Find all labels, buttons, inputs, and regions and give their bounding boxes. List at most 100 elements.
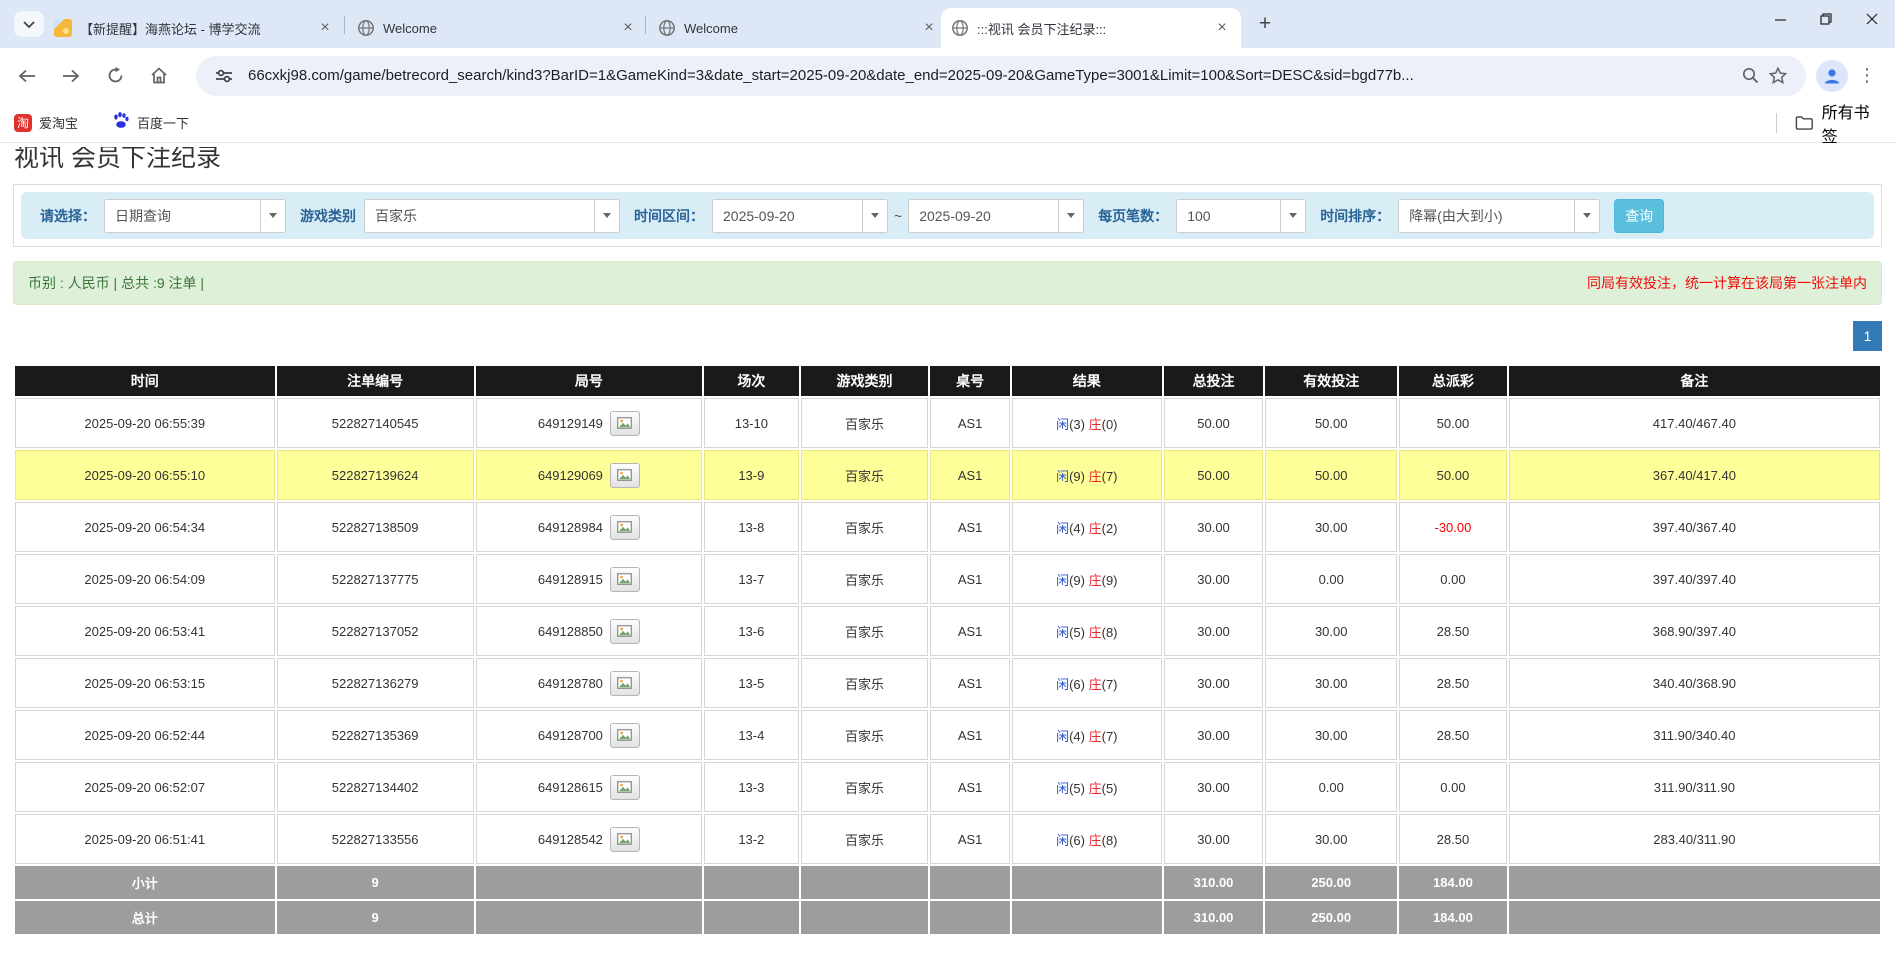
zoom-magnifier-icon[interactable] — [1736, 62, 1764, 90]
close-window-button[interactable] — [1849, 0, 1895, 38]
cell-bet-id: 522827134402 — [277, 762, 474, 812]
dropdown-toggle[interactable] — [1058, 199, 1084, 233]
site-settings-tune-icon[interactable] — [210, 62, 238, 90]
caret-down-icon — [1067, 213, 1075, 218]
tab-search-button[interactable] — [14, 11, 44, 37]
view-result-image-button[interactable] — [610, 515, 640, 540]
player-result-value: (5) — [1069, 625, 1085, 640]
minimize-button[interactable] — [1757, 0, 1803, 38]
date-end-input[interactable] — [908, 199, 1058, 233]
page-title: 视讯 会员下注纪录 — [14, 147, 1895, 171]
cell-total-bet-link[interactable]: 30.00 — [1164, 710, 1264, 760]
sort-select[interactable] — [1398, 199, 1600, 233]
new-tab-button[interactable]: + — [1252, 12, 1278, 38]
query-type-select[interactable] — [104, 199, 286, 233]
view-result-image-button[interactable] — [610, 671, 640, 696]
cell-bet-id: 522827136279 — [277, 658, 474, 708]
cell-total-bet-link[interactable]: 50.00 — [1164, 450, 1264, 500]
forward-button[interactable] — [54, 59, 88, 93]
cell-payout: -30.00 — [1399, 502, 1507, 552]
cell-total-bet-link[interactable]: 30.00 — [1164, 502, 1264, 552]
bookmark-baidu[interactable]: 百度一下 — [112, 111, 189, 134]
cell-time: 2025-09-20 06:55:39 — [15, 398, 275, 448]
person-icon — [1822, 66, 1842, 86]
subtotal-label: 小计 — [15, 866, 275, 899]
cell-time: 2025-09-20 06:52:44 — [15, 710, 275, 760]
search-button[interactable]: 查询 — [1614, 199, 1664, 233]
game-kind-input[interactable] — [364, 199, 594, 233]
player-result-value: (6) — [1069, 677, 1085, 692]
view-result-image-button[interactable] — [610, 723, 640, 748]
reload-button[interactable] — [98, 59, 132, 93]
total-label: 总计 — [15, 901, 275, 934]
close-tab-icon[interactable]: × — [316, 19, 334, 37]
cell-time: 2025-09-20 06:53:41 — [15, 606, 275, 656]
back-button[interactable] — [10, 59, 44, 93]
bookmark-star-icon[interactable] — [1764, 62, 1792, 90]
dropdown-toggle[interactable] — [1280, 199, 1306, 233]
player-result-value: (3) — [1069, 417, 1085, 432]
dropdown-toggle[interactable] — [260, 199, 286, 233]
date-start-picker[interactable] — [712, 199, 888, 233]
globe-icon — [357, 19, 375, 37]
close-tab-icon[interactable]: × — [619, 19, 637, 37]
dropdown-toggle[interactable] — [594, 199, 620, 233]
close-tab-icon[interactable]: × — [920, 19, 938, 37]
tab-welcome-2[interactable]: Welcome × — [648, 8, 948, 48]
all-bookmarks-button[interactable]: 所有书签 — [1795, 99, 1881, 147]
cell-total-bet-link[interactable]: 30.00 — [1164, 554, 1264, 604]
game-kind-select[interactable] — [364, 199, 620, 233]
cell-payout: 0.00 — [1399, 554, 1507, 604]
banker-result-value: (5) — [1102, 781, 1118, 796]
home-button[interactable] — [142, 59, 176, 93]
cell-table-no: AS1 — [930, 554, 1009, 604]
profile-avatar[interactable] — [1816, 60, 1848, 92]
view-result-image-button[interactable] — [610, 775, 640, 800]
cell-total-bet-link[interactable]: 30.00 — [1164, 762, 1264, 812]
tab-forum[interactable]: 【新提醒】海燕论坛 - 博学交流 × — [44, 8, 344, 48]
dropdown-toggle[interactable] — [862, 199, 888, 233]
cell-note: 311.90/311.90 — [1509, 762, 1880, 812]
browser-menu-button[interactable]: ⋮ — [1858, 65, 1876, 86]
tab-bet-records-active[interactable]: :::视讯 会员下注纪录::: × — [941, 8, 1241, 48]
cell-total-bet-link[interactable]: 50.00 — [1164, 398, 1264, 448]
cell-total-bet-link[interactable]: 30.00 — [1164, 606, 1264, 656]
per-page-input[interactable] — [1176, 199, 1280, 233]
cell-payout: 28.50 — [1399, 814, 1507, 864]
picture-icon — [617, 469, 632, 481]
date-end-picker[interactable] — [908, 199, 1084, 233]
player-result-value: (9) — [1069, 469, 1085, 484]
banker-result-label: 庄 — [1089, 625, 1102, 640]
page-1-button[interactable]: 1 — [1853, 321, 1882, 351]
table-row: 2025-09-20 06:53:41 522827137052 6491288… — [15, 606, 1880, 656]
total-payout: 184.00 — [1399, 901, 1507, 934]
cell-time: 2025-09-20 06:51:41 — [15, 814, 275, 864]
cell-game-kind: 百家乐 — [801, 450, 929, 500]
bookmark-taobao[interactable]: 淘 爱淘宝 — [14, 113, 78, 132]
sort-input[interactable] — [1398, 199, 1574, 233]
caret-down-icon — [871, 213, 879, 218]
address-bar[interactable]: 66cxkj98.com/game/betrecord_search/kind3… — [196, 56, 1806, 96]
url-text[interactable]: 66cxkj98.com/game/betrecord_search/kind3… — [248, 67, 1736, 84]
date-start-input[interactable] — [712, 199, 862, 233]
view-result-image-button[interactable] — [610, 567, 640, 592]
cell-total-bet-link[interactable]: 30.00 — [1164, 658, 1264, 708]
banker-result-value: (9) — [1102, 573, 1118, 588]
cell-table-no: AS1 — [930, 606, 1009, 656]
table-row: 2025-09-20 06:54:09 522827137775 6491289… — [15, 554, 1880, 604]
cell-table-no: AS1 — [930, 710, 1009, 760]
restore-button[interactable] — [1803, 0, 1849, 38]
tab-welcome-1[interactable]: Welcome × — [347, 8, 647, 48]
query-type-input[interactable] — [104, 199, 260, 233]
per-page-select[interactable] — [1176, 199, 1306, 233]
cell-total-bet-link[interactable]: 30.00 — [1164, 814, 1264, 864]
view-result-image-button[interactable] — [610, 619, 640, 644]
view-result-image-button[interactable] — [610, 411, 640, 436]
view-result-image-button[interactable] — [610, 827, 640, 852]
page-title-clip: 视讯 会员下注纪录 — [14, 147, 1895, 171]
dropdown-toggle[interactable] — [1574, 199, 1600, 233]
view-result-image-button[interactable] — [610, 463, 640, 488]
picture-icon — [617, 417, 632, 429]
close-tab-icon[interactable]: × — [1213, 19, 1231, 37]
tab-title: 【新提醒】海燕论坛 - 博学交流 — [80, 19, 308, 38]
